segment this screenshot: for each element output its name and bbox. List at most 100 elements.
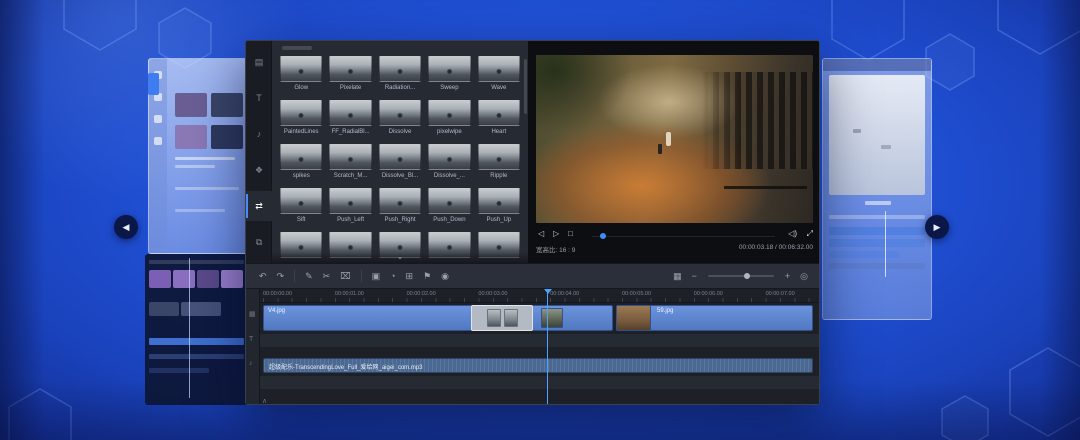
transition-item[interactable]: pixelwipe xyxy=(428,99,470,138)
zoom-out-icon[interactable]: − xyxy=(692,272,697,281)
transition-label: Push_Up xyxy=(478,216,520,224)
extra-track[interactable] xyxy=(260,376,820,389)
transition-item[interactable]: Glow xyxy=(280,55,322,94)
fullscreen-icon[interactable]: ⤢ xyxy=(807,229,813,239)
ruler-label: 00:00:02.00 xyxy=(407,291,436,297)
ghost-text-line xyxy=(175,187,239,190)
track-headers: ▦ T ♪ xyxy=(246,289,260,405)
transition-item[interactable]: Ripple xyxy=(478,143,520,182)
playhead-handle[interactable] xyxy=(544,289,552,294)
transition-item[interactable]: Sift xyxy=(280,187,322,226)
video-clip-2[interactable]: 59.jpg xyxy=(616,305,813,331)
zoom-slider-handle[interactable] xyxy=(744,273,750,279)
rail-item-pip[interactable]: ⧉ xyxy=(246,227,272,257)
undo-icon[interactable]: ↶ xyxy=(259,272,267,281)
ghost-clip-thumb xyxy=(181,302,221,316)
redo-icon[interactable]: ↷ xyxy=(277,272,285,281)
ghost-titlebar xyxy=(823,59,931,71)
speed-icon[interactable]: ◔ xyxy=(390,272,395,281)
transition-thumbnail xyxy=(379,143,421,170)
ghost-rail-icon xyxy=(154,115,162,123)
text-track-icon[interactable]: T xyxy=(249,336,253,343)
rail-item-transitions[interactable]: ⇄ xyxy=(246,191,272,221)
crop-icon[interactable]: ▣ xyxy=(372,272,381,281)
panel-scrollbar[interactable] xyxy=(524,59,527,114)
preview-progress-handle[interactable] xyxy=(600,233,606,239)
transition-item[interactable]: Wave xyxy=(478,55,520,94)
transition-item[interactable]: Heart xyxy=(478,99,520,138)
timeline-scroll-up-icon[interactable]: ∧ xyxy=(262,397,267,405)
rail-item-media[interactable]: ▤ xyxy=(246,47,272,77)
rail-item-audio[interactable]: ♪ xyxy=(246,119,272,149)
audio-clip[interactable]: 超级配乐-TranscendingLove_Full_爱给网_aigei_com… xyxy=(263,358,813,373)
zoom-slider[interactable] xyxy=(708,275,774,277)
ghost-text-line xyxy=(175,157,235,160)
transition-item[interactable]: Dissolve_Bl... xyxy=(379,143,421,182)
aspect-ratio-label[interactable]: 宽高比: 16 : 9 xyxy=(536,244,575,254)
rail-item-effects[interactable]: ❖ xyxy=(246,155,272,185)
rail-item-text[interactable]: T xyxy=(246,83,272,113)
scroll-more-chevron[interactable]: ⌄ xyxy=(272,252,528,263)
transition-item[interactable]: Sweep xyxy=(428,55,470,94)
trees-area xyxy=(536,55,630,132)
transition-item[interactable]: Push_Up xyxy=(478,187,520,226)
transition-item[interactable]: PaintedLines xyxy=(280,99,322,138)
volume-icon[interactable]: ◁) xyxy=(788,229,797,238)
transition-item[interactable]: Dissolve xyxy=(379,99,421,138)
transition-item[interactable]: Push_Down xyxy=(428,187,470,226)
text-icon: T xyxy=(256,93,262,103)
ghost-ruler xyxy=(149,260,244,264)
zoom-in-icon[interactable]: + xyxy=(785,272,790,281)
clip-filmstrip-thumb xyxy=(541,308,563,328)
transition-thumbnail xyxy=(478,55,520,82)
transition-item[interactable]: Radiation... xyxy=(379,55,421,94)
transitions-grid: GlowPixelateRadiation...Sweep Wave Painted… xyxy=(280,55,520,263)
timeline-ruler[interactable]: 00:00:00.0000:00:01.0000:00:02.0000:00:0… xyxy=(260,289,820,303)
carousel-next-button[interactable]: ▶ xyxy=(925,215,949,239)
transition-item[interactable]: spikes xyxy=(280,143,322,182)
audio-track-icon[interactable]: ♪ xyxy=(249,360,253,367)
transition-item[interactable]: Push_Left xyxy=(329,187,371,226)
transitions-icon: ⇄ xyxy=(255,201,263,212)
transition-item[interactable]: Dissolve_... xyxy=(428,143,470,182)
transition-label: Sift xyxy=(280,216,322,224)
edit-icon[interactable]: ✎ xyxy=(305,272,313,281)
transition-frame-thumb xyxy=(487,309,501,327)
stop-icon[interactable]: □ xyxy=(568,229,573,238)
bench xyxy=(724,186,807,189)
effects-icon: ❖ xyxy=(255,165,263,176)
carousel-prev-button[interactable]: ◀ xyxy=(114,215,138,239)
transition-item[interactable]: FF_RadialBl... xyxy=(329,99,371,138)
record-icon[interactable]: ◉ xyxy=(441,272,449,281)
ghost-rail-icon xyxy=(154,137,162,145)
transition-item[interactable]: Pixelate xyxy=(329,55,371,94)
transition-clip[interactable] xyxy=(471,305,533,331)
next-arrow-icon: ▶ xyxy=(934,222,941,233)
fit-timeline-icon[interactable]: ▦ xyxy=(673,272,682,281)
text-track[interactable] xyxy=(260,334,820,347)
transition-label: Wave xyxy=(478,84,520,92)
ghost-audio-bar xyxy=(149,368,209,373)
chroma-key-icon[interactable]: ⊞ xyxy=(406,272,414,281)
ghost-preview xyxy=(829,75,925,195)
split-icon[interactable]: ✂ xyxy=(323,272,331,281)
preview-progress-track[interactable] xyxy=(592,236,775,237)
transition-thumbnail xyxy=(428,187,470,214)
ruler-label: 00:00:06.00 xyxy=(694,291,723,297)
transition-thumbnail xyxy=(428,143,470,170)
zoom-level-icon[interactable]: ◎ xyxy=(800,272,808,281)
ruler-label: 00:00:03.00 xyxy=(478,291,507,297)
transition-item[interactable]: Scratch_M... xyxy=(329,143,371,182)
previous-frame-icon[interactable]: ◁ xyxy=(538,229,544,238)
ghost-clip-thumb xyxy=(173,270,195,288)
transition-thumbnail xyxy=(329,143,371,170)
transition-thumbnail xyxy=(329,99,371,126)
marker-icon[interactable]: ⚑ xyxy=(423,272,431,281)
playhead[interactable] xyxy=(547,289,548,405)
play-icon[interactable]: ▷ xyxy=(553,229,559,238)
video-track-icon[interactable]: ▦ xyxy=(249,311,256,318)
ghost-preview-detail xyxy=(853,129,861,133)
delete-icon[interactable]: ⌧ xyxy=(340,272,350,281)
transition-thumbnail xyxy=(280,55,322,82)
transition-item[interactable]: Push_Right xyxy=(379,187,421,226)
